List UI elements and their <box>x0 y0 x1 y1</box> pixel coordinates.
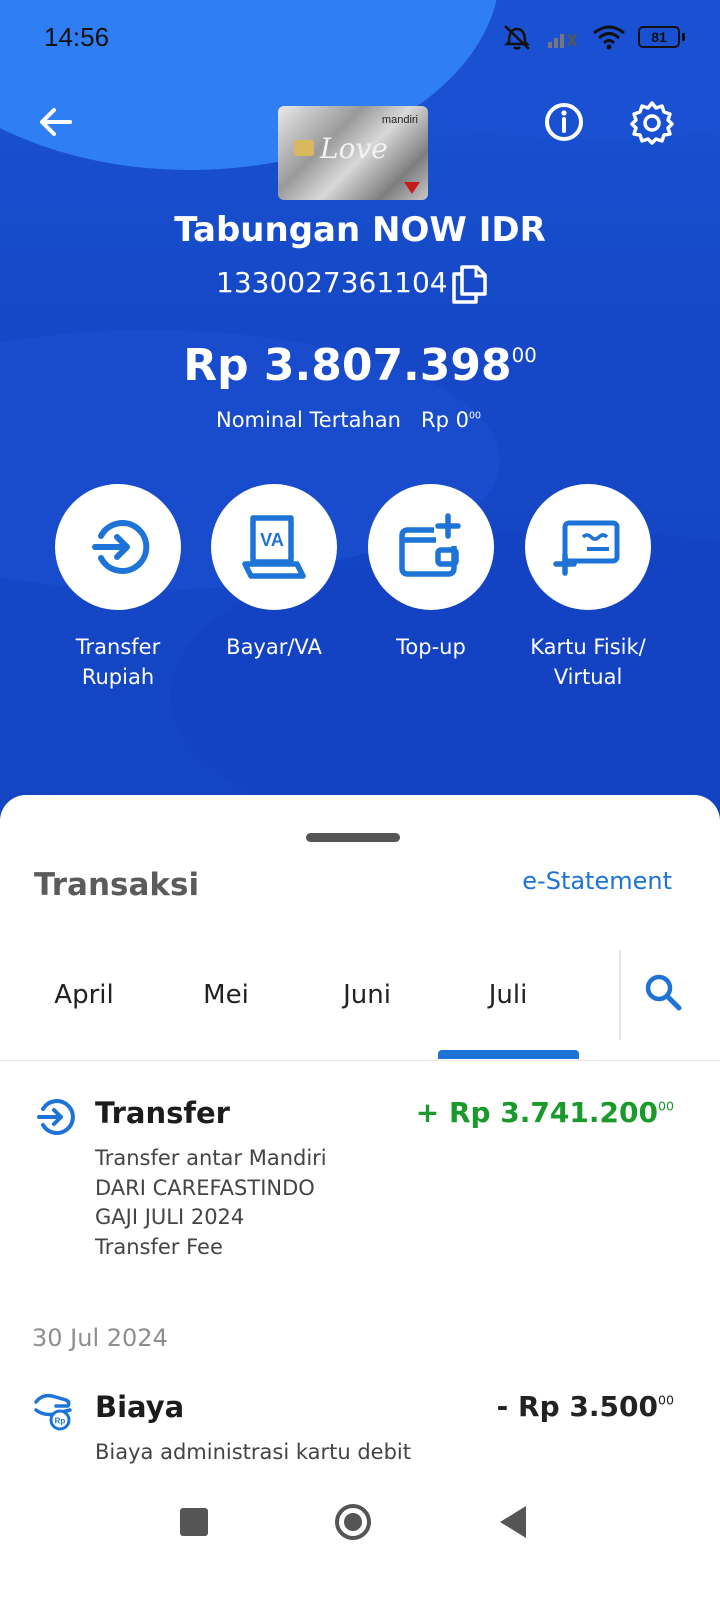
card-plus-icon <box>553 520 620 576</box>
status-time: 14:56 <box>44 22 110 52</box>
tab-mei[interactable]: Mei <box>156 980 296 1010</box>
month-tabs: April Mei Juni Juli <box>0 950 720 1061</box>
action-label: Kartu Fisik/ <box>530 635 646 659</box>
transaction-desc-line: GAJI JULI 2024 <box>95 1205 245 1229</box>
transaction-date-header: 30 Jul 2024 <box>32 1324 168 1352</box>
back-arrow-icon[interactable] <box>32 98 80 146</box>
transaction-description: Transfer antar Mandiri DARI CAREFASTINDO… <box>95 1144 327 1262</box>
info-icon[interactable] <box>540 98 588 146</box>
system-back-button[interactable] <box>498 1504 528 1540</box>
wifi-icon <box>593 25 625 50</box>
account-number: 1330027361104 <box>216 266 448 299</box>
transactions-title: Transaksi <box>34 867 200 903</box>
active-tab-indicator <box>438 1050 579 1059</box>
transaction-description: Biaya administrasi kartu debit <box>95 1438 411 1468</box>
fee-hand-icon: Rp <box>34 1393 72 1431</box>
recent-apps-button[interactable] <box>180 1508 208 1536</box>
gear-icon[interactable] <box>628 98 676 146</box>
bayar-va-button[interactable]: VA Bayar/VA <box>194 484 354 662</box>
copy-icon[interactable] <box>450 264 488 304</box>
action-label: Rupiah <box>81 665 155 689</box>
transaction-desc-line: Transfer Fee <box>95 1234 223 1259</box>
action-label: Transfer <box>75 635 161 659</box>
svg-text:Rp: Rp <box>55 1417 66 1426</box>
mute-vibrate-icon <box>503 25 531 50</box>
gpn-logo-icon <box>404 182 420 194</box>
transfer-icon <box>92 520 150 574</box>
held-label: Nominal Tertahan <box>216 408 401 432</box>
transaction-amount: - Rp 3.50000 <box>497 1390 674 1423</box>
held-amount: Nominal Tertahan Rp 000 <box>216 408 481 432</box>
transaction-amount-value: + Rp 3.741.200 <box>415 1096 658 1129</box>
transaction-desc-line: Biaya administrasi kartu debit <box>95 1440 412 1464</box>
search-icon[interactable] <box>643 972 683 1012</box>
card-brand: mandiri <box>381 114 418 126</box>
transaction-amount-value: - Rp 3.500 <box>496 1390 658 1423</box>
tab-juli[interactable]: Juli <box>438 980 578 1010</box>
transfer-icon <box>37 1099 75 1135</box>
tab-april[interactable]: April <box>14 980 154 1010</box>
account-balance: Rp 3.807.39800 <box>0 340 720 391</box>
home-button[interactable] <box>333 1502 373 1542</box>
tab-divider <box>619 950 621 1040</box>
transaction-name: Biaya <box>95 1390 185 1424</box>
held-value: Rp 0 <box>420 408 469 432</box>
tab-juni[interactable]: Juni <box>297 980 437 1010</box>
balance-cents: 00 <box>511 344 537 368</box>
transaction-amount-cents: 00 <box>657 1098 674 1114</box>
balance-amount: Rp 3.807.398 <box>183 340 512 391</box>
signal-icon <box>548 33 578 48</box>
transaction-desc-line: DARI CAREFASTINDO <box>95 1175 315 1200</box>
transaction-desc-line: Transfer antar Mandiri <box>95 1146 327 1170</box>
va-icon: VA <box>242 515 306 579</box>
sheet-drag-handle[interactable] <box>306 833 400 842</box>
transaction-amount-cents: 00 <box>657 1392 674 1408</box>
transfer-rupiah-button[interactable]: Transfer Rupiah <box>38 484 198 692</box>
card-chip-icon <box>294 140 314 156</box>
kartu-fisik-virtual-button[interactable]: Kartu Fisik/Virtual <box>508 484 668 692</box>
e-statement-link[interactable]: e-Statement <box>522 867 672 895</box>
transaction-name: Transfer <box>95 1096 230 1130</box>
topup-button[interactable]: Top-up <box>351 484 511 662</box>
wallet-plus-icon <box>399 513 461 577</box>
account-name: Tabungan NOW IDR <box>174 210 546 250</box>
battery-icon: 81 <box>638 26 685 48</box>
svg-text:VA: VA <box>260 530 284 550</box>
action-label: Top-up <box>396 635 466 659</box>
debit-card-image: mandiri Love <box>278 106 428 200</box>
status-bar: 14:56 81 <box>0 0 720 80</box>
held-cents: 00 <box>468 410 481 422</box>
system-nav-bar <box>0 1480 720 1600</box>
action-label: Bayar/VA <box>226 635 322 659</box>
transaction-amount: + Rp 3.741.20000 <box>416 1096 674 1129</box>
action-label: Virtual <box>553 665 623 689</box>
